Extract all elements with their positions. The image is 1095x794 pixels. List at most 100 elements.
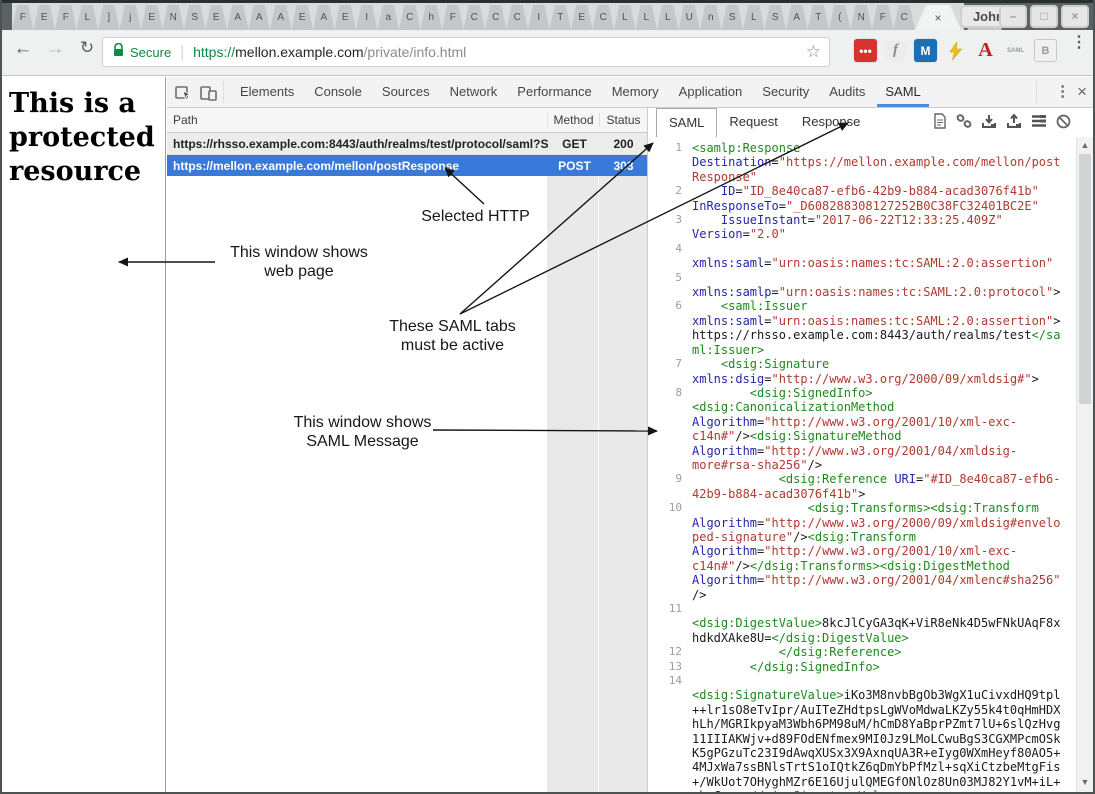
browser-tab[interactable]: A xyxy=(249,5,271,30)
browser-tab[interactable]: E xyxy=(141,5,163,30)
browser-tab[interactable]: T xyxy=(550,5,572,30)
devtools-tab-console[interactable]: Console xyxy=(304,77,372,107)
b-extension-icon[interactable]: B xyxy=(1034,39,1057,62)
fedora-extension-icon[interactable]: f xyxy=(884,39,907,62)
browser-tab[interactable]: n xyxy=(700,5,722,30)
column-header-method[interactable]: Method xyxy=(547,113,599,127)
saml-message-panel: SAMLRequestResponse 1<samlp:Response Des… xyxy=(647,108,1093,792)
browser-tab[interactable]: A xyxy=(786,5,808,30)
browser-tab[interactable]: L xyxy=(636,5,658,30)
saml-extension-icon[interactable]: SAML xyxy=(1004,39,1027,62)
browser-tab[interactable]: L xyxy=(614,5,636,30)
browser-tab[interactable]: A xyxy=(313,5,335,30)
browser-tab[interactable]: L xyxy=(743,5,765,30)
browser-tab[interactable]: E xyxy=(34,5,56,30)
saml-subtab-request[interactable]: Request xyxy=(717,108,789,137)
browser-tab[interactable]: j xyxy=(120,5,142,30)
browser-tab[interactable]: E xyxy=(571,5,593,30)
browser-tab[interactable]: S xyxy=(184,5,206,30)
browser-menu-icon[interactable]: ⋮ xyxy=(1071,38,1083,47)
devtools-tab-memory[interactable]: Memory xyxy=(602,77,669,107)
network-request-row[interactable]: https://mellon.example.com/mellon/postRe… xyxy=(167,155,647,176)
browser-tab[interactable]: F xyxy=(442,5,464,30)
lightning-extension-icon[interactable] xyxy=(944,39,967,62)
link-icon[interactable] xyxy=(956,114,972,129)
devtools-close-icon[interactable]: × xyxy=(1077,82,1087,102)
browser-tab[interactable]: C xyxy=(464,5,486,30)
maximize-button[interactable]: □ xyxy=(1030,5,1058,28)
devtools-tab-audits[interactable]: Audits xyxy=(819,77,875,107)
scrollbar-down-icon[interactable]: ▼ xyxy=(1077,774,1093,790)
column-header-path[interactable]: Path xyxy=(167,113,547,127)
minimize-button[interactable]: – xyxy=(999,5,1027,28)
browser-tab[interactable]: I xyxy=(528,5,550,30)
method-column-stripe xyxy=(547,133,598,792)
devtools-tab-performance[interactable]: Performance xyxy=(507,77,601,107)
devtools-tab-saml[interactable]: SAML xyxy=(875,77,930,107)
saml-subtab-saml[interactable]: SAML xyxy=(656,108,717,137)
browser-tab[interactable]: ] xyxy=(98,5,120,30)
password-manager-extension-icon[interactable]: ••• xyxy=(854,39,877,62)
browser-tab[interactable]: N xyxy=(851,5,873,30)
devtools-tab-application[interactable]: Application xyxy=(669,77,753,107)
scrollbar-up-icon[interactable]: ▲ xyxy=(1077,137,1093,153)
browser-tab[interactable]: F xyxy=(55,5,77,30)
close-button[interactable]: × xyxy=(1061,5,1089,28)
browser-tab-active[interactable]: × xyxy=(915,5,961,30)
browser-tab[interactable]: a xyxy=(378,5,400,30)
browser-tab[interactable]: S xyxy=(722,5,744,30)
block-icon[interactable] xyxy=(1056,114,1071,129)
browser-tab[interactable]: S xyxy=(765,5,787,30)
request-status: 200 xyxy=(600,137,647,151)
saml-subtab-response[interactable]: Response xyxy=(790,108,873,137)
scrollbar-thumb[interactable] xyxy=(1079,154,1091,404)
xml-line: 1<samlp:Response Destination="https://me… xyxy=(648,141,1076,184)
devtools-tab-sources[interactable]: Sources xyxy=(372,77,440,107)
browser-tab[interactable]: E xyxy=(335,5,357,30)
secure-label[interactable]: Secure xyxy=(130,45,171,60)
browser-tab[interactable]: N xyxy=(163,5,185,30)
browser-tab[interactable]: C xyxy=(507,5,529,30)
browser-tab[interactable]: C xyxy=(485,5,507,30)
list-icon[interactable] xyxy=(1031,114,1047,128)
forward-button[interactable]: → xyxy=(42,38,68,60)
browser-tab[interactable]: F xyxy=(12,5,34,30)
devtools-menu-icon[interactable]: ⋮ xyxy=(1055,88,1065,96)
upload-icon[interactable] xyxy=(1006,114,1022,129)
document-icon[interactable] xyxy=(933,113,947,129)
download-icon[interactable] xyxy=(981,114,997,129)
address-bar[interactable]: Secure | https://mellon.example.com/priv… xyxy=(102,37,830,67)
network-request-row[interactable]: https://rhsso.example.com:8443/auth/real… xyxy=(167,133,647,155)
inspect-element-icon[interactable] xyxy=(175,84,192,101)
browser-tab[interactable]: L xyxy=(77,5,99,30)
browser-tab[interactable]: C xyxy=(399,5,421,30)
m-extension-icon[interactable]: M xyxy=(914,39,937,62)
browser-tab[interactable]: T xyxy=(808,5,830,30)
browser-tab[interactable]: I xyxy=(356,5,378,30)
back-button[interactable]: ← xyxy=(10,38,36,60)
a-extension-icon[interactable]: A xyxy=(974,39,997,62)
browser-tab[interactable]: E xyxy=(292,5,314,30)
url-path: /private/info.html xyxy=(364,44,467,60)
browser-tab[interactable]: A xyxy=(227,5,249,30)
browser-tab[interactable]: h xyxy=(421,5,443,30)
browser-tab[interactable]: U xyxy=(679,5,701,30)
saml-xml[interactable]: 1<samlp:Response Destination="https://me… xyxy=(648,137,1076,792)
browser-tab[interactable]: E xyxy=(206,5,228,30)
bookmark-star-icon[interactable]: ☆ xyxy=(806,42,821,62)
browser-tab[interactable]: A xyxy=(270,5,292,30)
scrollbar[interactable]: ▲ ▼ xyxy=(1076,137,1093,792)
xml-line-content: </dsig:SignedInfo> xyxy=(692,660,1064,674)
devtools-tab-security[interactable]: Security xyxy=(752,77,819,107)
reload-button[interactable]: ↻ xyxy=(74,38,100,58)
column-header-status[interactable]: Status xyxy=(599,113,647,127)
device-toolbar-icon[interactable] xyxy=(200,84,217,101)
devtools-tab-network[interactable]: Network xyxy=(440,77,508,107)
browser-tab[interactable]: C xyxy=(593,5,615,30)
browser-tab[interactable]: C xyxy=(894,5,916,30)
browser-tab[interactable]: ( xyxy=(829,5,851,30)
browser-tab[interactable]: L xyxy=(657,5,679,30)
devtools-tab-elements[interactable]: Elements xyxy=(230,77,304,107)
browser-tab[interactable]: F xyxy=(872,5,894,30)
url-text[interactable]: https://mellon.example.com/private/info.… xyxy=(193,44,800,60)
